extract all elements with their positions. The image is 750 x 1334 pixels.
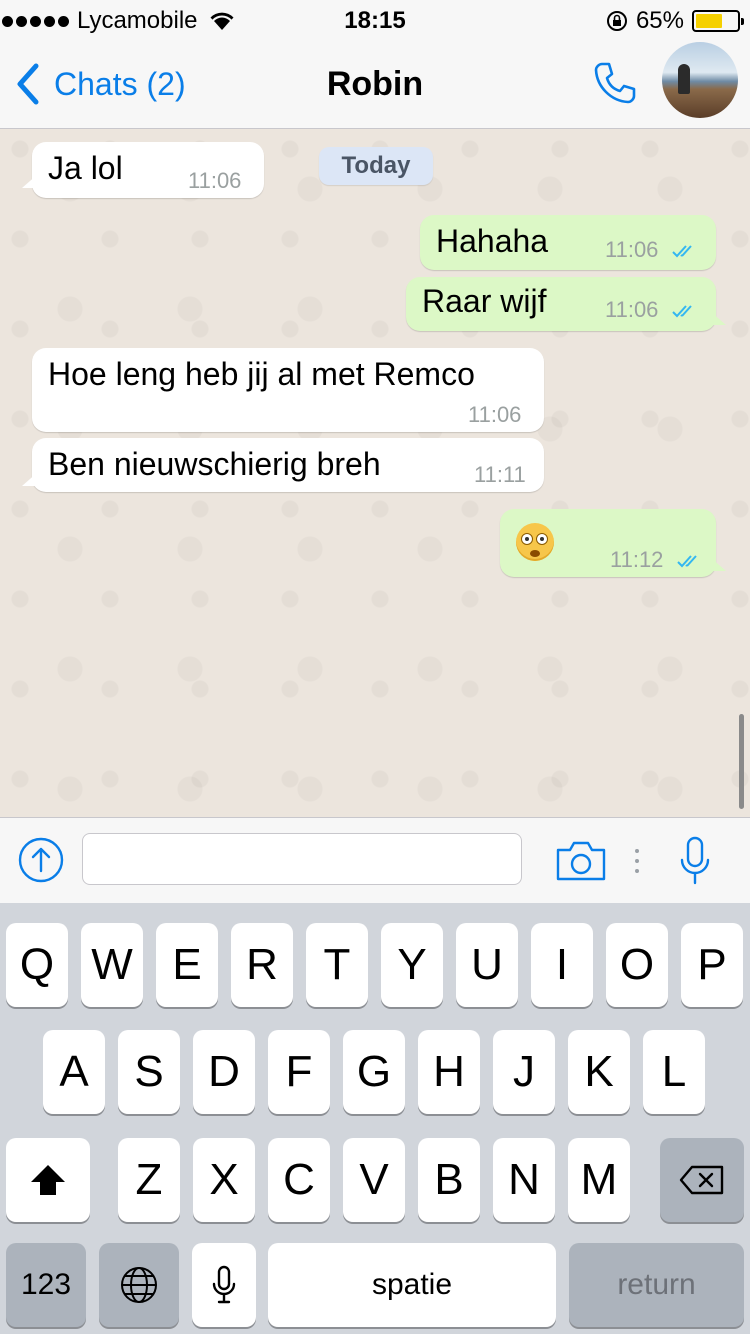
message-text: Hahaha [436,223,549,259]
message-time: 11:06 [605,237,659,262]
key[interactable]: S [118,1030,180,1114]
message-time-row: 11:12 [610,547,706,573]
key[interactable]: B [418,1138,480,1222]
key[interactable]: F [268,1030,330,1114]
key[interactable]: L [643,1030,705,1114]
microphone-icon[interactable] [680,836,710,886]
shift-key[interactable] [6,1138,90,1222]
message-time-row: 11:06 [605,237,701,263]
battery-icon [692,10,744,32]
status-right: 65% [606,7,744,35]
key[interactable]: Y [381,923,443,1007]
key[interactable]: R [231,923,293,1007]
dictation-key[interactable] [192,1243,256,1327]
upload-icon[interactable] [18,837,64,883]
keyboard: Q W E R T Y U I O P A S D F G H J K L Z … [0,903,750,1334]
phone-icon[interactable] [590,58,640,108]
key[interactable]: K [568,1030,630,1114]
message-time: 11:06 [605,297,659,322]
key[interactable]: X [193,1138,255,1222]
dictation-icon [212,1265,236,1304]
key[interactable]: W [81,923,143,1007]
composer-bar [0,817,750,904]
message-incoming[interactable]: Ben nieuwschierig breh 11:11 [22,438,544,492]
key[interactable]: N [493,1138,555,1222]
key[interactable]: E [156,923,218,1007]
key[interactable]: O [606,923,668,1007]
message-outgoing[interactable]: Raar wijf 11:06 [406,277,726,331]
message-text: Hoe leng heb jij al met Remco [48,356,475,392]
camera-icon[interactable] [555,840,607,882]
message-outgoing[interactable]: 11:12 [500,509,726,577]
message-incoming[interactable]: Ja lol 11:06 [22,142,264,198]
message-list[interactable]: Ja lol 11:06 Today Hahaha 11:06 Raar wij… [0,129,750,817]
double-check-icon [676,555,697,568]
message-time-row: 11:06 [605,297,701,323]
message-incoming[interactable]: Hoe leng heb jij al met Remco 11:06 [32,348,544,432]
message-text: Ja lol [48,150,123,186]
key[interactable]: G [343,1030,405,1114]
key[interactable]: C [268,1138,330,1222]
double-check-icon [671,245,692,258]
return-key[interactable]: return [569,1243,744,1327]
key[interactable]: A [43,1030,105,1114]
key[interactable]: J [493,1030,555,1114]
key[interactable]: T [306,923,368,1007]
scrollbar[interactable] [739,714,744,809]
status-bar: Lycamobile 18:15 65% [0,0,750,40]
message-time: 11:11 [474,462,526,487]
message-input[interactable] [82,833,522,885]
battery-level [696,14,722,28]
rotation-lock-icon [606,11,627,31]
more-dots-icon[interactable] [634,848,640,874]
key[interactable]: P [681,923,743,1007]
key[interactable]: H [418,1030,480,1114]
globe-key[interactable] [99,1243,179,1327]
message-time: 11:06 [188,168,242,193]
shift-icon [31,1165,65,1195]
message-time: 11:06 [468,402,522,427]
message-time: 11:12 [610,547,664,572]
flushed-face-emoji [516,523,554,561]
chat-header: Chats (2) Robin [0,40,750,129]
battery-percent: 65% [635,7,684,34]
key[interactable]: Z [118,1138,180,1222]
key[interactable]: I [531,923,593,1007]
message-text: Raar wijf [422,283,547,319]
date-separator: Today [319,147,433,185]
message-text: Ben nieuwschierig breh [48,446,381,482]
key[interactable]: V [343,1138,405,1222]
key[interactable]: D [193,1030,255,1114]
avatar[interactable] [662,42,738,118]
key[interactable]: M [568,1138,630,1222]
key[interactable]: U [456,923,518,1007]
key[interactable]: Q [6,923,68,1007]
backspace-icon [679,1165,724,1195]
numbers-key[interactable]: 123 [6,1243,86,1327]
double-check-icon [671,305,692,318]
message-outgoing[interactable]: Hahaha 11:06 [420,215,716,270]
backspace-key[interactable] [660,1138,744,1222]
globe-icon [121,1267,157,1303]
space-key[interactable]: spatie [268,1243,556,1327]
